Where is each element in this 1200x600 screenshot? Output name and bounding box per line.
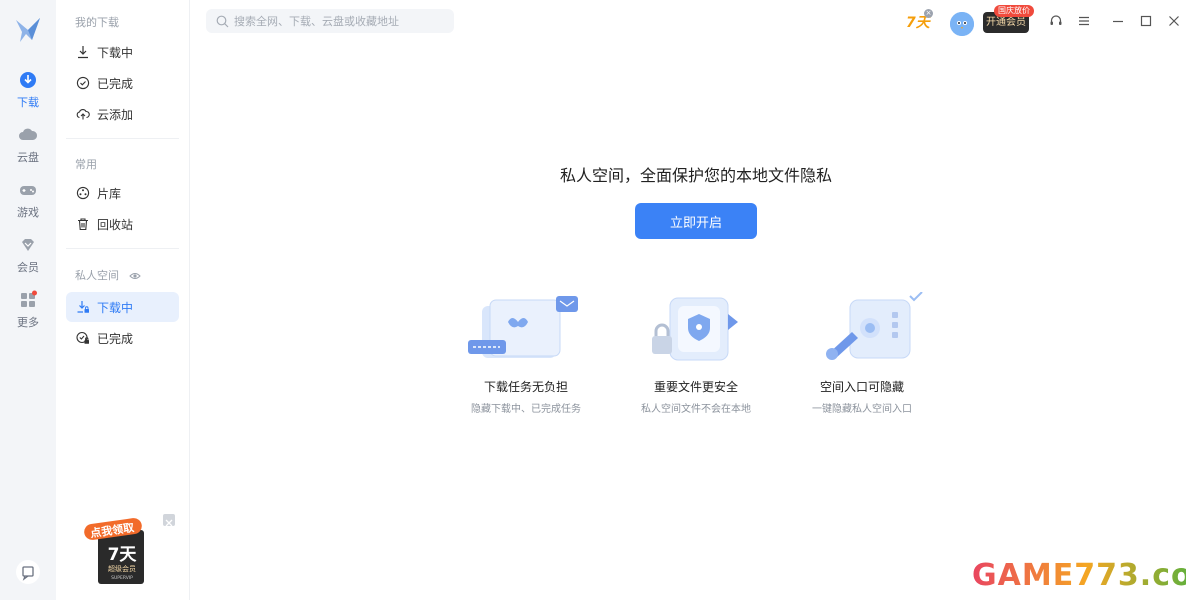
promo-art: 点我领取 7天 超级会员 SUPERVIP: [84, 518, 144, 584]
avatar[interactable]: [950, 12, 974, 36]
watermark: GAME773.com: [972, 556, 1200, 600]
nav-section-private: 私人空间: [75, 267, 141, 283]
watermark-logo: GAME773.com: [972, 558, 1200, 593]
promo-card[interactable]: 点我领取 7天 超级会员 SUPERVIP: [84, 516, 146, 586]
rail-label: 下载: [17, 96, 39, 109]
enable-now-button[interactable]: 立即开启: [635, 203, 757, 239]
nav-item-label: 云添加: [97, 107, 134, 122]
nav-item-recycle[interactable]: 回收站: [66, 209, 179, 239]
check-circle-icon: [76, 76, 90, 90]
nav-section-title: 私人空间: [75, 269, 119, 282]
promo-line3: 超级会员: [108, 564, 136, 573]
close-window-icon[interactable]: [1167, 14, 1181, 28]
rail-item-vip[interactable]: 会员: [0, 235, 56, 285]
rail-item-cloud[interactable]: 云盘: [0, 125, 56, 175]
page-title: 私人空间，全面保护您的本地文件隐私: [559, 166, 832, 185]
feedback-button[interactable]: [16, 560, 40, 584]
promo-close-button[interactable]: [163, 514, 175, 527]
nav-item-label: 回收站: [97, 217, 134, 232]
search-icon: [216, 15, 229, 27]
days-badge-close-icon[interactable]: ×: [924, 9, 933, 18]
nav-item-private-downloading[interactable]: 下载中: [66, 292, 179, 322]
feature-subtitle: 私人空间文件不会在本地: [641, 404, 751, 415]
nav-panel: 我的下载 下载中 已完成 云添加 常用 片库 回收站 私人空间 下载中 已完成: [56, 0, 190, 600]
nav-item-completed[interactable]: 已完成: [66, 68, 179, 98]
feature-card-hide-entry: 空间入口可隐藏 一键隐藏私人空间入口: [782, 292, 942, 415]
nav-divider: [66, 138, 179, 139]
nav-item-label: 片库: [97, 186, 122, 201]
feature-title: 重要文件更安全: [653, 380, 738, 394]
close-icon: [165, 519, 173, 527]
left-rail: 下载 云盘 游戏 会员 更多: [0, 0, 56, 600]
feature-subtitle: 一键隐藏私人空间入口: [812, 404, 912, 415]
feature-subtitle: 隐藏下载中、已完成任务: [471, 404, 581, 415]
nav-item-label: 已完成: [97, 76, 134, 91]
search-input[interactable]: [234, 14, 454, 28]
search-box[interactable]: [206, 9, 454, 33]
feature-card-tasks: 下载任务无负担 隐藏下载中、已完成任务: [446, 292, 606, 415]
nav-item-downloading[interactable]: 下载中: [66, 37, 179, 67]
private-check-icon: [76, 331, 89, 344]
gamepad-icon: [20, 186, 36, 195]
trash-icon: [78, 218, 88, 231]
nav-item-private-completed[interactable]: 已完成: [66, 323, 179, 353]
maximize-icon[interactable]: [1139, 14, 1153, 28]
feature-title: 空间入口可隐藏: [819, 380, 904, 394]
rail-label: 更多: [17, 316, 39, 329]
apps-icon: [21, 290, 37, 307]
feature-card-security: 重要文件更安全 私人空间文件不会在本地: [616, 292, 776, 415]
nav-item-label: 下载中: [97, 45, 134, 60]
diamond-icon: [22, 239, 34, 251]
cloud-upload-icon: [76, 108, 90, 120]
folder-butterfly-illustration-icon: [468, 296, 578, 358]
hidden-entry-illustration-icon: [826, 292, 923, 360]
rail-item-download[interactable]: 下载: [0, 70, 56, 120]
feature-title: 下载任务无负担: [483, 380, 568, 394]
rail-label: 云盘: [17, 151, 39, 164]
watermark-text: GAME773.com: [972, 558, 1186, 592]
feedback-icon: [22, 566, 34, 581]
cloud-icon: [19, 128, 38, 140]
minimize-icon[interactable]: [1111, 14, 1125, 28]
rail-label: 游戏: [17, 206, 39, 219]
nav-section-title: 常用: [75, 158, 97, 171]
menu-icon[interactable]: [1077, 14, 1091, 28]
avatar-bird-icon: [950, 12, 974, 36]
download-icon: [20, 72, 36, 88]
film-reel-icon: [76, 186, 90, 200]
app-logo-icon: [16, 18, 40, 42]
rail-item-more[interactable]: 更多: [0, 290, 56, 340]
promo-line4: SUPERVIP: [111, 575, 133, 581]
safe-lock-illustration-icon: [652, 297, 738, 361]
nav-item-label: 已完成: [97, 331, 134, 346]
nav-divider: [66, 248, 179, 249]
private-download-icon: [77, 301, 89, 313]
promo-line2: 7天: [108, 545, 138, 565]
vip-promo-badge: 国庆放价: [994, 5, 1034, 17]
rail-item-game[interactable]: 游戏: [0, 180, 56, 230]
support-icon[interactable]: [1049, 14, 1063, 28]
nav-section-title: 我的下载: [75, 16, 119, 29]
nav-item-label: 下载中: [97, 300, 134, 315]
nav-item-cloud-add[interactable]: 云添加: [66, 99, 179, 129]
nav-item-library[interactable]: 片库: [66, 178, 179, 208]
eye-icon[interactable]: [128, 271, 141, 281]
download-arrow-icon: [78, 46, 88, 59]
rail-label: 会员: [17, 261, 39, 274]
